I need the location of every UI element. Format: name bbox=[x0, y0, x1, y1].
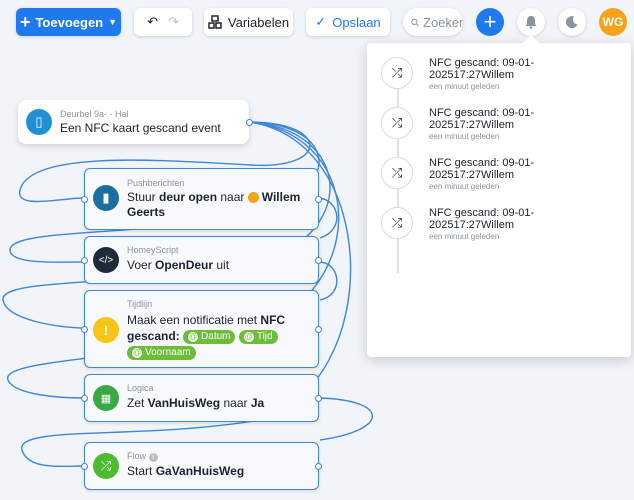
code-icon: </> bbox=[93, 247, 119, 273]
search-box[interactable] bbox=[403, 8, 463, 36]
doorbell-icon: ▯ bbox=[26, 109, 52, 135]
shuffle-icon: ⤮ bbox=[93, 453, 119, 479]
plus-icon: + bbox=[483, 9, 497, 34]
logic-icon: ▦ bbox=[93, 385, 119, 411]
theme-toggle-button[interactable] bbox=[558, 8, 586, 36]
output-connector[interactable] bbox=[315, 257, 322, 264]
notification-time: een minuut geleden bbox=[429, 82, 500, 91]
variables-button-label: Variabelen bbox=[227, 14, 290, 30]
notification-time: een minuut geleden bbox=[429, 132, 500, 141]
action-text: Maak een notificatie met NFC gescand: @ D… bbox=[127, 313, 286, 360]
redo-icon[interactable]: ↷ bbox=[168, 14, 179, 30]
new-button[interactable]: + bbox=[476, 8, 504, 36]
variables-button[interactable]: Variabelen bbox=[204, 8, 293, 36]
notification-item[interactable]: ⤮ NFC gescand: 09-01-202517:27Willem een… bbox=[381, 57, 621, 97]
action-category: Logica bbox=[127, 383, 154, 393]
trigger-text: Een NFC kaart gescand event bbox=[60, 121, 221, 135]
action-card-logic[interactable]: ▦ Logica Zet VanHuisWeg naar Ja bbox=[81, 374, 322, 422]
output-connector[interactable] bbox=[315, 395, 322, 402]
output-connector[interactable] bbox=[246, 119, 253, 126]
output-connector[interactable] bbox=[315, 326, 322, 333]
input-connector[interactable] bbox=[81, 395, 88, 402]
output-connector[interactable] bbox=[315, 463, 322, 470]
avatar[interactable]: WG bbox=[599, 8, 627, 36]
flow-canvas[interactable]: + Toevoegen ▼ ↶ ↷ Variabelen ✓ Opslaan + bbox=[0, 0, 634, 500]
chevron-down-icon: ▼ bbox=[108, 17, 118, 27]
action-category: HomeyScript bbox=[127, 245, 179, 255]
action-text: Zet VanHuisWeg naar Ja bbox=[127, 396, 265, 410]
undo-redo-group: ↶ ↷ bbox=[134, 8, 192, 36]
notification-text: NFC gescand: 09-01-202517:27Willem bbox=[429, 207, 535, 231]
notifications-button[interactable] bbox=[517, 8, 545, 36]
action-card-script[interactable]: </> HomeyScript Voer OpenDeur uit bbox=[81, 236, 322, 284]
notification-text: NFC gescand: 09-01-202517:27Willem bbox=[429, 107, 535, 131]
output-connector[interactable] bbox=[315, 196, 322, 203]
moon-icon bbox=[565, 16, 578, 29]
add-button[interactable]: + Toevoegen ▼ bbox=[16, 8, 121, 36]
notification-text: NFC gescand: 09-01-202517:27Willem bbox=[429, 57, 535, 81]
notifications-panel: ⤮ NFC gescand: 09-01-202517:27Willem een… bbox=[367, 34, 631, 357]
shuffle-icon: ⤮ bbox=[381, 157, 413, 189]
undo-icon[interactable]: ↶ bbox=[147, 14, 158, 30]
notification-text: NFC gescand: 09-01-202517:27Willem bbox=[429, 157, 535, 181]
variables-icon bbox=[208, 15, 222, 29]
input-connector[interactable] bbox=[81, 257, 88, 264]
phone-icon: ▮ bbox=[93, 185, 119, 211]
avatar-initials: WG bbox=[602, 15, 624, 29]
exclamation-icon: ! bbox=[93, 317, 119, 343]
action-category: Tijdlijn bbox=[127, 299, 153, 309]
save-button[interactable]: ✓ Opslaan bbox=[306, 8, 390, 36]
action-text: Start GaVanHuisWeg bbox=[127, 464, 245, 478]
bell-icon bbox=[525, 16, 537, 29]
action-card-push[interactable]: ▮ Pushberichten Stuur deur open naar Wil… bbox=[81, 168, 322, 230]
add-button-label: Toevoegen bbox=[35, 14, 104, 30]
input-connector[interactable] bbox=[81, 463, 88, 470]
plus-icon: + bbox=[19, 12, 31, 32]
save-button-label: Opslaan bbox=[332, 14, 381, 30]
notification-item[interactable]: ⤮ NFC gescand: 09-01-202517:27Willem een… bbox=[381, 157, 621, 197]
token-chip[interactable]: @ Voornaam bbox=[127, 345, 196, 360]
action-text: Stuur deur open naar Willem Geerts bbox=[127, 190, 301, 219]
notification-item[interactable]: ⤮ NFC gescand: 09-01-202517:27Willem een… bbox=[381, 207, 621, 247]
action-category: Flow i bbox=[127, 451, 158, 462]
notification-time: een minuut geleden bbox=[429, 232, 500, 241]
input-connector[interactable] bbox=[81, 326, 88, 333]
trigger-card[interactable]: ▯ Deurbel 9a- - Hal Een NFC kaart gescan… bbox=[18, 100, 253, 144]
notification-time: een minuut geleden bbox=[429, 182, 500, 191]
token-chip[interactable]: @ Tijd bbox=[238, 329, 278, 344]
action-card-timeline[interactable]: ! Tijdlijn Maak een notificatie met NFC … bbox=[81, 290, 322, 368]
user-avatar-icon bbox=[247, 192, 259, 204]
action-card-flow[interactable]: ⤮ Flow i Start GaVanHuisWeg bbox=[81, 442, 322, 490]
action-text: Voer OpenDeur uit bbox=[127, 258, 230, 272]
search-input[interactable] bbox=[423, 14, 463, 30]
action-category: Pushberichten bbox=[127, 178, 185, 188]
input-connector[interactable] bbox=[81, 196, 88, 203]
shuffle-icon: ⤮ bbox=[381, 57, 413, 89]
info-icon[interactable]: i bbox=[148, 453, 158, 462]
notification-item[interactable]: ⤮ NFC gescand: 09-01-202517:27Willem een… bbox=[381, 107, 621, 147]
shuffle-icon: ⤮ bbox=[381, 107, 413, 139]
search-icon bbox=[411, 18, 419, 26]
trigger-category: Deurbel 9a- - Hal bbox=[60, 109, 129, 119]
check-icon: ✓ bbox=[315, 14, 327, 29]
token-chip[interactable]: @ Datum bbox=[183, 329, 236, 344]
shuffle-icon: ⤮ bbox=[381, 207, 413, 239]
